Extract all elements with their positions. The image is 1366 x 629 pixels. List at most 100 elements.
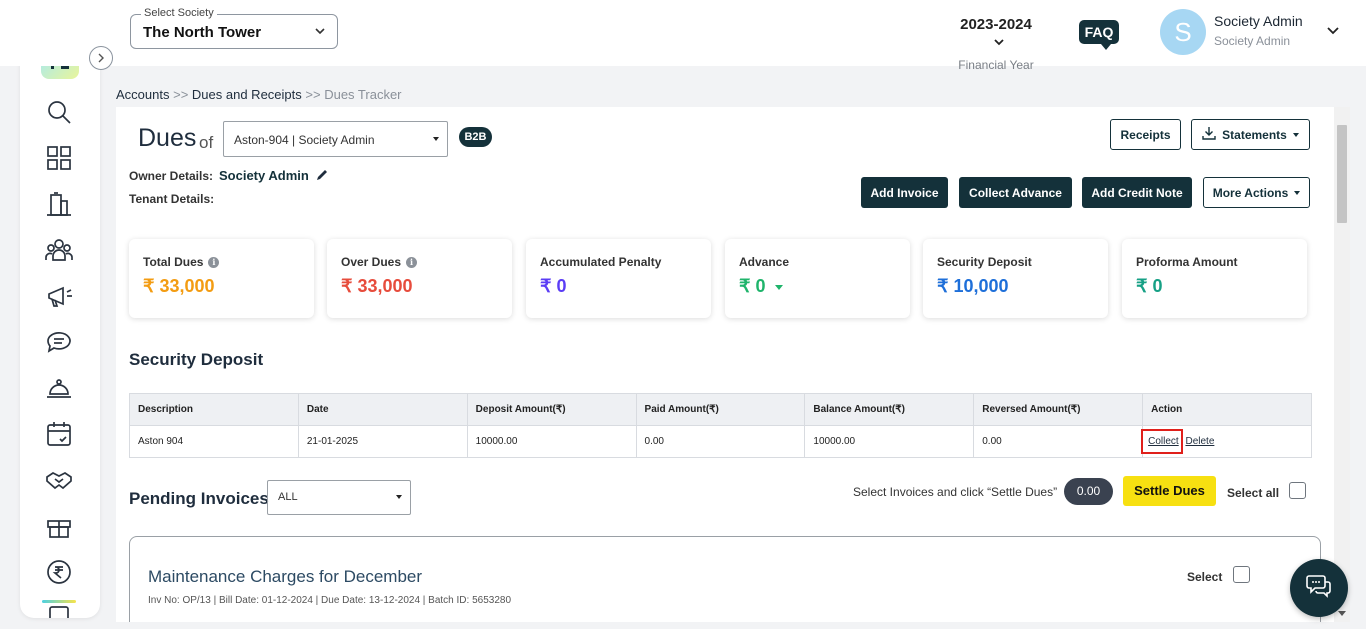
select-all-label: Select all (1227, 486, 1280, 500)
scrollbar[interactable] (1334, 107, 1350, 622)
financial-year-value: 2023-2024 (960, 16, 1032, 33)
statements-button[interactable]: Statements (1191, 119, 1310, 150)
info-icon[interactable]: i (406, 256, 418, 268)
handshake-icon[interactable] (44, 465, 74, 495)
caret-down-icon[interactable] (775, 284, 784, 290)
selected-amount-badge: 0.00 (1064, 478, 1113, 505)
announcement-icon[interactable] (44, 281, 74, 311)
breadcrumb: Accounts >> Dues and Receipts >> Dues Tr… (116, 87, 402, 102)
caret-down-icon (1292, 132, 1299, 137)
scrollbar-thumb[interactable] (1337, 125, 1347, 223)
column-header: Action (1142, 393, 1312, 426)
user-name[interactable]: Society Admin (1214, 13, 1303, 29)
society-select-label: Select Society (141, 7, 217, 19)
settle-dues-button[interactable]: Settle Dues (1123, 476, 1216, 506)
summary-card-advance: Advance ₹ 0 (725, 239, 910, 318)
scroll-down-arrow[interactable] (1338, 611, 1346, 616)
summary-card-accumulated-penalty: Accumulated Penalty ₹ 0 (526, 239, 711, 318)
collect-link[interactable]: Collect (1148, 436, 1179, 447)
column-header: Paid Amount(₹) (635, 393, 806, 426)
column-header: Reversed Amount(₹) (973, 393, 1144, 426)
receipts-button[interactable]: Receipts (1110, 119, 1181, 150)
society-select[interactable]: Select Society The North Tower (130, 7, 338, 49)
cell-balance: 10000.00 (804, 425, 975, 458)
document-icon[interactable] (44, 602, 74, 618)
financial-year-selector[interactable]: 2023-2024 Financial Year (950, 16, 1042, 72)
main-panel: Dues of Aston-904 | Society Admin B2B Re… (116, 107, 1334, 622)
sidebar (20, 16, 100, 618)
invoice-card: Maintenance Charges for December Inv No:… (129, 536, 1321, 622)
gift-icon[interactable] (44, 511, 74, 541)
more-actions-label: More Actions (1212, 185, 1289, 200)
cell-paid: 0.00 (635, 425, 806, 458)
collect-highlight: Collect (1141, 429, 1183, 454)
faq-button[interactable]: FAQ (1079, 20, 1119, 50)
card-value: ₹ 0 (540, 276, 567, 296)
rupee-icon[interactable] (44, 557, 74, 587)
breadcrumb-dues-and-receipts[interactable]: Dues and Receipts (192, 87, 302, 102)
breadcrumb-dues-tracker: Dues Tracker (324, 87, 402, 102)
statements-button-label: Statements (1222, 127, 1287, 142)
select-all-checkbox[interactable] (1289, 482, 1306, 499)
info-icon[interactable]: i (208, 256, 220, 268)
search-icon[interactable] (44, 97, 74, 127)
collapse-sidebar-button[interactable] (89, 46, 113, 70)
members-icon[interactable] (44, 235, 74, 265)
more-actions-button[interactable]: More Actions (1203, 177, 1310, 208)
card-label: Security Deposit (937, 255, 1032, 269)
caret-down-icon (433, 137, 439, 141)
breadcrumb-separator: >> (173, 87, 189, 102)
download-icon (1202, 126, 1216, 143)
settle-hint: Select Invoices and click “Settle Dues” (853, 485, 1058, 499)
caret-down-icon (1294, 190, 1301, 195)
tenant-details-label: Tenant Details: (129, 192, 215, 206)
financial-year-label: Financial Year (958, 58, 1034, 72)
avatar[interactable]: S (1160, 9, 1206, 55)
cell-action: Collect Delete (1141, 425, 1312, 458)
owner-details-value: Society Admin (219, 168, 309, 183)
pending-invoices-title: Pending Invoices (129, 489, 269, 508)
summary-card-proforma-amount: Proforma Amount ₹ 0 (1122, 239, 1307, 318)
helpdesk-icon[interactable] (44, 373, 74, 403)
security-deposit-title: Security Deposit (129, 350, 264, 369)
edit-icon[interactable] (315, 168, 329, 187)
caret-down-icon (396, 495, 402, 499)
breadcrumb-accounts[interactable]: Accounts (116, 87, 169, 102)
chat-icon (1305, 573, 1333, 604)
collect-advance-button[interactable]: Collect Advance (959, 177, 1072, 208)
invoice-select-label: Select (1187, 570, 1223, 584)
unit-select[interactable]: Aston-904 | Society Admin (223, 121, 448, 157)
cell-reversed: 0.00 (973, 425, 1144, 458)
calendar-icon[interactable] (44, 419, 74, 449)
invoice-filter-value: ALL (278, 491, 298, 503)
card-value: ₹ 0 (739, 276, 784, 297)
dashboard-icon[interactable] (44, 143, 74, 173)
chevron-down-icon[interactable] (1326, 24, 1340, 43)
chat-support-button[interactable] (1290, 559, 1348, 617)
card-value: ₹ 33,000 (341, 276, 413, 296)
delete-link[interactable]: Delete (1185, 436, 1214, 447)
b2b-badge: B2B (459, 127, 492, 147)
card-label: Total Dues (143, 255, 204, 269)
card-value: ₹ 10,000 (937, 276, 1009, 296)
card-value-text: ₹ 0 (739, 276, 766, 296)
breadcrumb-separator: >> (305, 87, 321, 102)
building-icon[interactable] (44, 189, 74, 219)
page-title-of: of (199, 133, 214, 152)
summary-card-security-deposit: Security Deposit ₹ 10,000 (923, 239, 1108, 318)
column-header: Deposit Amount(₹) (466, 393, 637, 426)
add-invoice-button[interactable]: Add Invoice (861, 177, 948, 208)
add-credit-note-button[interactable]: Add Credit Note (1082, 177, 1192, 208)
chevron-down-icon (993, 34, 1005, 52)
cell-date: 21-01-2025 (297, 425, 468, 458)
column-header: Description (129, 393, 299, 426)
summary-card-over-dues: Over Dues i ₹ 33,000 (327, 239, 512, 318)
invoice-select-checkbox[interactable] (1233, 566, 1250, 583)
invoice-filter-select[interactable]: ALL (267, 480, 411, 515)
cell-description: Aston 904 (129, 425, 299, 458)
chat-icon[interactable] (44, 327, 74, 357)
column-header: Balance Amount(₹) (804, 393, 975, 426)
card-label: Over Dues (341, 255, 402, 269)
invoice-meta: Inv No: OP/13 | Bill Date: 01-12-2024 | … (148, 595, 512, 606)
receipts-button-label: Receipts (1120, 127, 1171, 142)
